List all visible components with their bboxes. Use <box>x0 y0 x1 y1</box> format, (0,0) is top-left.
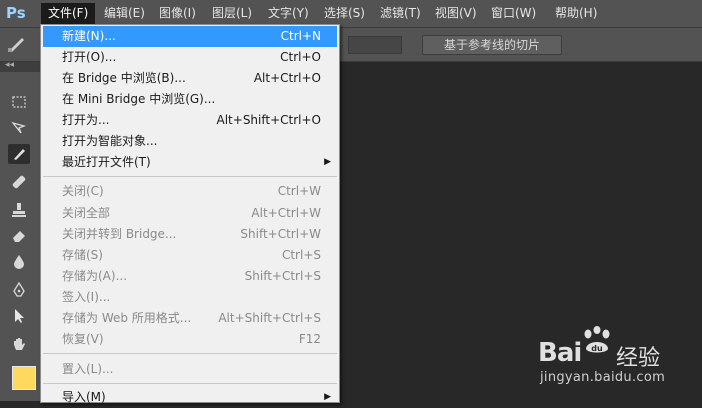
menu-item-import[interactable]: 导入(M) ▶ <box>43 387 337 408</box>
watermark-url: jingyan.baidu.com <box>540 370 666 385</box>
menu-separator <box>43 353 337 354</box>
stamp-icon[interactable] <box>8 200 30 220</box>
menu-item-browse-mini-bridge[interactable]: 在 Mini Bridge 中浏览(G)... <box>43 89 337 110</box>
menu-item-save[interactable]: 存储(S) Ctrl+S <box>43 245 337 266</box>
toolbox-header[interactable]: ◂◂ <box>0 60 40 72</box>
menu-layer[interactable]: 图层(L) <box>206 4 258 23</box>
baidu-jingyan-watermark: du Bai 经验 jingyan.baidu.com <box>538 322 698 392</box>
file-menu-dropdown: 新建(N)... Ctrl+N 打开(O)... Ctrl+O 在 Bridge… <box>40 24 340 404</box>
hand-icon[interactable] <box>8 334 30 354</box>
menu-item-close-go-bridge[interactable]: 关闭并转到 Bridge... Shift+Ctrl+W <box>43 224 337 245</box>
submenu-arrow-icon: ▶ <box>324 392 331 402</box>
svg-text:du: du <box>591 344 603 353</box>
menu-item-revert[interactable]: 恢复(V) F12 <box>43 329 337 350</box>
paw-icon: du <box>584 326 610 353</box>
menu-item-save-for-web[interactable]: 存储为 Web 所用格式... Alt+Shift+Ctrl+S <box>43 308 337 329</box>
pen-icon[interactable] <box>8 280 30 300</box>
menu-select[interactable]: 选择(S) <box>318 4 371 23</box>
photoshop-logo: Ps <box>6 4 26 22</box>
menu-item-open-as[interactable]: 打开为... Alt+Shift+Ctrl+O <box>43 110 337 131</box>
menu-item-save-as[interactable]: 存储为(A)... Shift+Ctrl+S <box>43 266 337 287</box>
submenu-arrow-icon: ▶ <box>324 157 331 167</box>
menu-type[interactable]: 文字(Y) <box>262 4 315 23</box>
menu-edit[interactable]: 编辑(E) <box>98 4 151 23</box>
menu-item-close-all[interactable]: 关闭全部 Alt+Ctrl+W <box>43 203 337 224</box>
menu-help[interactable]: 帮助(H) <box>549 4 603 23</box>
menu-item-open[interactable]: 打开(O)... Ctrl+O <box>43 47 337 68</box>
watermark-logo-jingyan: 经验 <box>616 346 661 371</box>
menu-item-place[interactable]: 置入(L)... <box>43 359 337 380</box>
options-field[interactable] <box>348 36 402 54</box>
menu-item-close[interactable]: 关闭(C) Ctrl+W <box>43 181 337 202</box>
toolbox: ◂◂ <box>0 60 41 401</box>
path-select-icon[interactable] <box>8 306 30 326</box>
menu-window[interactable]: 窗口(W) <box>485 4 542 23</box>
menu-image[interactable]: 图像(I) <box>153 4 202 23</box>
menu-item-recent-files[interactable]: 最近打开文件(T) ▶ <box>43 152 337 173</box>
menu-separator <box>43 176 337 177</box>
menu-file[interactable]: 文件(F) <box>41 3 96 24</box>
blur-icon[interactable] <box>8 252 30 272</box>
slice-icon[interactable] <box>8 144 30 164</box>
menu-item-browse-bridge[interactable]: 在 Bridge 中浏览(B)... Alt+Ctrl+O <box>43 68 337 89</box>
slice-tool-preset-icon[interactable] <box>8 36 26 52</box>
menu-filter[interactable]: 滤镜(T) <box>374 4 427 23</box>
lasso-icon[interactable] <box>8 118 30 138</box>
collapse-icon[interactable]: ◂◂ <box>5 60 14 70</box>
slices-from-guides-button[interactable]: 基于参考线的切片 <box>422 35 562 55</box>
menu-view[interactable]: 视图(V) <box>429 4 483 23</box>
healing-icon[interactable] <box>8 172 30 192</box>
menu-separator <box>43 383 337 384</box>
menu-item-check-in[interactable]: 签入(I)... <box>43 287 337 308</box>
menu-item-new[interactable]: 新建(N)... Ctrl+N <box>43 26 337 47</box>
watermark-logo-bai: Bai <box>538 338 582 368</box>
menu-item-open-smart-object[interactable]: 打开为智能对象... <box>43 131 337 152</box>
marquee-icon[interactable] <box>8 92 30 112</box>
foreground-color-swatch[interactable] <box>12 366 36 390</box>
eraser-icon[interactable] <box>8 226 30 246</box>
